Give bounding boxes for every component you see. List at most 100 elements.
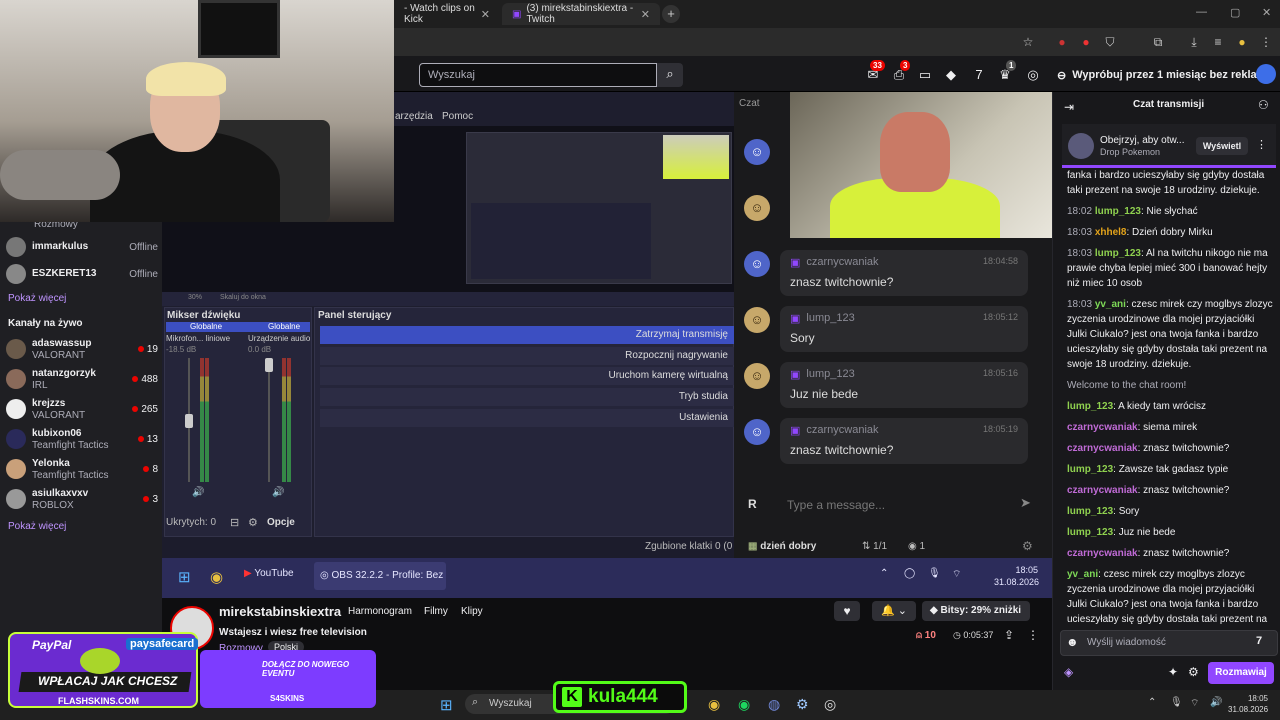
discord-icon[interactable]: ◍ [768,696,780,713]
drops-icon[interactable]: ◎ [1024,66,1042,84]
chrome-icon[interactable]: ◉ [708,696,720,713]
spotify-icon[interactable]: ◉ [738,696,750,713]
nav-videos[interactable]: Filmy [424,606,448,617]
kick-username: kula444 [588,686,658,707]
more-options-icon[interactable]: ⋮ [1027,628,1039,642]
wifi-icon[interactable]: ⌔ [1190,697,1199,710]
chat-username[interactable]: lump_123 [1095,248,1141,259]
control-panel-title: Panel sterujący [318,310,392,321]
new-tab-button[interactable]: + [662,5,680,23]
studio-mode-button[interactable]: Tryb studia [320,388,734,406]
bookmark-star-icon[interactable]: ☆ [1020,35,1036,49]
playlist-icon[interactable]: ≡ [1210,35,1226,49]
collapse-chat-icon[interactable]: ⇥ [1064,100,1074,114]
speaker-icon[interactable]: 🔊 [192,487,204,498]
profile-icon[interactable]: ● [1234,35,1250,49]
speaker-icon[interactable]: 🔊 [272,487,284,498]
show-more-link[interactable]: Pokaż więcej [8,293,66,304]
chat-send-button[interactable]: Rozmawiaj [1208,662,1274,684]
gear-icon[interactable]: ⚙ [1022,539,1033,553]
start-recording-button[interactable]: Rozpocznij nagrywanie [320,347,734,365]
extension-icon[interactable]: ● [1078,35,1094,49]
sidebar-channel[interactable]: immarkulus Offline [6,233,158,261]
chat-input[interactable]: Wyślij wiadomość [1060,630,1278,656]
volume-icon[interactable]: 🔊 [1210,697,1222,708]
chat-username[interactable]: lump_123 [1067,527,1113,538]
nav-schedule[interactable]: Harmonogram [348,606,412,617]
obs-icon[interactable]: ◎ [824,696,836,713]
chat-username[interactable]: czarnycwaniak [1067,443,1138,454]
virtual-camera-button[interactable]: Uruchom kamerę wirtualną [320,367,734,385]
chat-username[interactable]: xhhel8 [1095,227,1127,238]
close-icon[interactable]: ✕ [481,8,490,21]
chat-username[interactable]: lump_123 [1067,401,1113,412]
extension-icon[interactable]: ● [1054,35,1070,49]
mic-icon[interactable]: 🎙 [1170,697,1183,708]
avatar [6,369,26,389]
volume-slider-track[interactable] [268,358,270,482]
sidebar-channel[interactable]: ESZKERET13 Offline [6,260,158,288]
chat-username[interactable]: czarnycwaniak [1067,422,1138,433]
seven-tv-icon[interactable]: 7 [970,66,988,84]
options-button[interactable]: Opcje [267,517,295,528]
chat-username[interactable]: lump_123 [1067,464,1113,475]
search-icon[interactable]: ⌕ [657,63,683,87]
chat-username[interactable]: yv_ani [1067,569,1098,580]
ad-free-promo-button[interactable]: ⊖ Wypróbuj przez 1 miesiąc bez reklam [1057,63,1266,87]
bits-icon[interactable]: ◆ [942,66,960,84]
chat-username[interactable]: czarnycwaniak [1067,485,1138,496]
sidebar-live-channel[interactable]: adaswassup VALORANT 19 [6,335,158,363]
tray-chevron-icon[interactable]: ⌃ [1148,697,1156,708]
stop-stream-button[interactable]: Zatrzymaj transmisję [320,326,734,344]
tab-twitch[interactable]: ▣ (3) mirekstabinskiextra - Twitch ✕ [502,3,660,25]
maximize-icon[interactable]: ▢ [1230,6,1240,19]
volume-slider-handle[interactable] [185,414,193,428]
chat-username[interactable]: yv_ani [1095,299,1126,310]
seven-tv-icon[interactable]: 7 [1256,635,1262,647]
menu-dots-icon[interactable]: ⋮ [1258,35,1274,49]
sidebar-live-channel[interactable]: Yelonka Teamfight Tactics 8 [6,455,158,483]
download-icon[interactable]: ⤓ [1186,35,1202,49]
nav-clips[interactable]: Klipy [461,606,483,617]
layout-icon[interactable]: ⊟ [230,516,239,529]
overlay-chat-input[interactable]: Type a message... [787,498,885,512]
close-window-icon[interactable]: ✕ [1262,6,1271,19]
channel-name[interactable]: mirekstabinskiextra [219,604,341,619]
gear-icon[interactable]: ⚙ [1188,665,1199,679]
minimize-icon[interactable]: — [1196,6,1207,18]
search-input[interactable]: Wyszukaj [419,63,657,87]
chat-username[interactable]: lump_123 [1067,506,1113,517]
follow-heart-button[interactable]: ♥ [834,601,860,621]
sidebar-live-channel[interactable]: natanzgorzyk IRL 488 [6,365,158,393]
community-icon[interactable]: ⚇ [1258,98,1269,112]
show-more-link[interactable]: Pokaż więcej [8,521,66,532]
gear-icon[interactable]: ⚙ [248,516,258,529]
user-avatar[interactable] [1256,64,1276,84]
more-options-icon[interactable]: ⋮ [1256,138,1267,151]
channel-name: asiulkaxvxv [32,487,89,499]
steam-icon[interactable]: ⚙ [796,696,809,713]
windows-start-icon[interactable]: ⊞ [440,696,453,714]
whispers-icon[interactable]: ▭ [916,66,934,84]
notifications-bell-button[interactable]: 🔔 ⌄ [872,601,916,621]
sidebar-live-channel[interactable]: krejzzs VALORANT 265 [6,395,158,423]
settings-button[interactable]: Ustawienia [320,409,734,427]
heart-icon: ♥ [843,604,851,618]
tab-kick-clips[interactable]: - Watch clips on Kick ✕ [394,3,500,25]
chat-username[interactable]: lump_123 [1095,206,1141,217]
sidebar-live-channel[interactable]: kubixon06 Teamfight Tactics 13 [6,425,158,453]
extensions-puzzle-icon[interactable]: ⧉ [1150,35,1166,49]
shield-icon[interactable]: ⛉ [1102,35,1118,49]
close-icon[interactable]: ✕ [641,8,650,21]
volume-slider-handle[interactable] [265,358,273,372]
emote-avatar-icon[interactable]: ☻ [1066,635,1079,649]
sidebar-live-channel[interactable]: asiulkaxvxv ROBLOX 3 [6,485,158,513]
send-icon[interactable]: ➤ [1020,495,1031,511]
bits-icon[interactable]: ✦ [1168,665,1178,679]
drop-view-button[interactable]: Wyświetl [1196,137,1248,155]
share-icon[interactable]: ⇪ [1004,628,1014,642]
bits-button[interactable]: ◆ Bitsy: 29% zniżki [922,601,1030,621]
tab-label: (3) mirekstabinskiextra - Twitch [526,3,634,25]
chat-username[interactable]: czarnycwaniak [1067,548,1138,559]
channel-points-icon[interactable]: ◈ [1064,665,1073,679]
